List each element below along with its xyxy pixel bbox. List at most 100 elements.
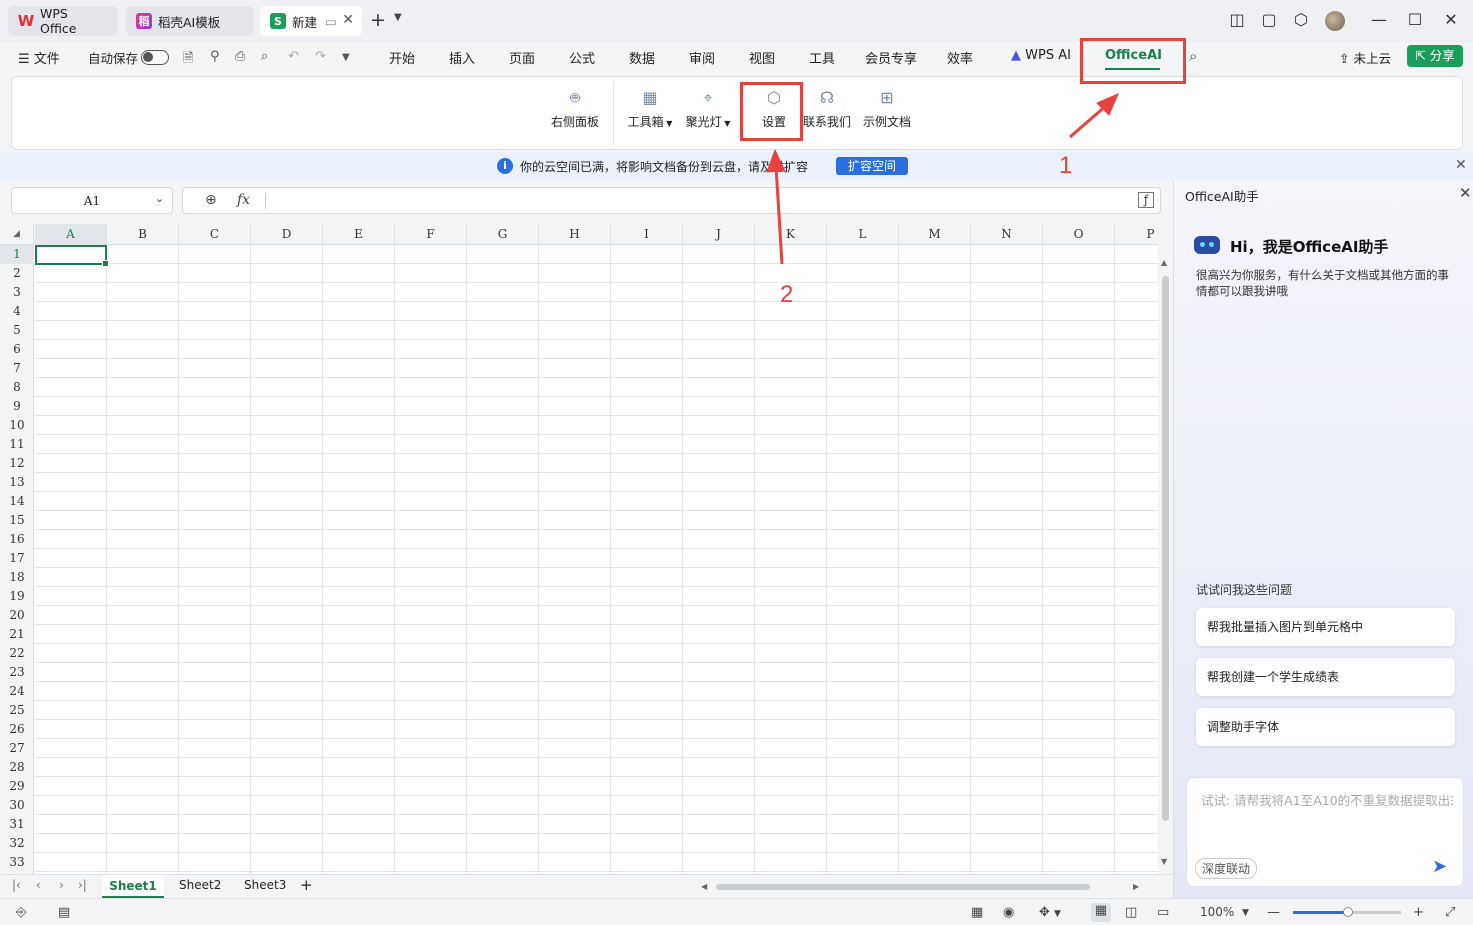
fullscreen-icon[interactable]: ⤢	[1445, 905, 1455, 920]
print-preview-icon[interactable]: ⌕	[261, 49, 268, 64]
undo-icon[interactable]: ↶	[288, 49, 299, 64]
row-header[interactable]: 4	[0, 302, 34, 321]
zoom-out-icon[interactable]: —	[1267, 905, 1280, 920]
close-tab-icon[interactable]: ✕	[342, 12, 354, 28]
minimize-icon[interactable]: —	[1369, 10, 1389, 29]
expand-formula-icon[interactable]: ƒ	[1138, 192, 1154, 208]
file-menu[interactable]: ☰ 文件	[18, 48, 60, 67]
column-header[interactable]: O	[1043, 224, 1115, 245]
cube-icon[interactable]: ⬡	[1291, 10, 1311, 29]
row-header[interactable]: 29	[0, 777, 34, 796]
row-header[interactable]: 2	[0, 264, 34, 283]
close-panel-icon[interactable]: ✕	[1459, 184, 1472, 202]
row-header[interactable]: 22	[0, 644, 34, 663]
chevron-down-icon[interactable]: ⌄	[155, 192, 164, 205]
last-sheet-icon[interactable]: ›|	[78, 878, 87, 892]
cell-area[interactable]	[35, 245, 1158, 874]
row-header[interactable]: 5	[0, 321, 34, 340]
suggestion-student-grades[interactable]: 帮我创建一个学生成绩表	[1196, 658, 1455, 696]
column-header[interactable]: G	[467, 224, 539, 245]
zoom-slider[interactable]	[1293, 907, 1401, 917]
row-header[interactable]: 32	[0, 834, 34, 853]
maximize-icon[interactable]: ☐	[1405, 10, 1425, 29]
column-header[interactable]: K	[755, 224, 827, 245]
formula-bar[interactable]: ⊕ fx ƒ	[182, 187, 1161, 214]
toolbox-button[interactable]: ▦ 工具箱 ▼	[622, 85, 678, 130]
tab-wps-office[interactable]: W WPS Office	[8, 6, 118, 36]
row-header[interactable]: 27	[0, 739, 34, 758]
format-painter-icon[interactable]: ⚲	[210, 49, 220, 64]
row-header[interactable]: 12	[0, 454, 34, 473]
row-header[interactable]: 1	[0, 245, 34, 264]
menu-insert[interactable]: 插入	[449, 48, 475, 67]
row-header[interactable]: 10	[0, 416, 34, 435]
add-tab-button[interactable]: +	[370, 9, 386, 31]
column-header[interactable]: E	[323, 224, 395, 245]
row-header[interactable]: 11	[0, 435, 34, 454]
send-icon[interactable]: ➤	[1432, 856, 1447, 877]
vertical-scroll-thumb[interactable]	[1162, 276, 1169, 821]
suggestion-batch-insert-images[interactable]: 帮我批量插入图片到单元格中	[1196, 608, 1455, 646]
column-header[interactable]: F	[395, 224, 467, 245]
share-button[interactable]: ⇱ 分享	[1407, 45, 1463, 67]
print-icon[interactable]: ⎙	[235, 49, 245, 64]
right-panel-button[interactable]: 🤖︎ 右侧面板	[547, 85, 603, 130]
sheet-tab-1[interactable]: Sheet1	[102, 875, 164, 898]
column-header[interactable]: N	[971, 224, 1043, 245]
autosave-toggle[interactable]	[141, 50, 169, 65]
spreadsheet-grid[interactable]: ◢ ABCDEFGHIJKLMNOP 1 2 3 4 5 6 7 8 9 10 11 12 13 14 15…	[0, 224, 1158, 874]
first-sheet-icon[interactable]: |‹	[12, 878, 21, 892]
row-header[interactable]: 28	[0, 758, 34, 777]
tab-new-spreadsheet[interactable]: S 新建 ▭ ✕	[260, 6, 362, 36]
menu-wps-ai[interactable]: ▲ WPS AI	[1011, 48, 1071, 63]
center-move-icon[interactable]: ✥ ▼	[1039, 905, 1061, 920]
cloud-status[interactable]: ⇪ 未上云	[1339, 48, 1391, 67]
hscroll-left-icon[interactable]: ◀	[701, 882, 707, 891]
hscroll-right-icon[interactable]: ▶	[1133, 882, 1139, 891]
redo-icon[interactable]: ↷	[315, 49, 326, 64]
zoom-in-icon[interactable]: +	[1413, 905, 1424, 920]
row-header[interactable]: 19	[0, 587, 34, 606]
chat-input-box[interactable]: 试试: 请帮我将A1至A10的不重复数据提取出来 深度联动 ➤	[1186, 777, 1464, 887]
freeze-icon[interactable]: ▦	[971, 905, 983, 920]
vertical-scrollbar[interactable]: ▲ ▼	[1158, 224, 1173, 874]
row-header[interactable]: 8	[0, 378, 34, 397]
row-header[interactable]: 6	[0, 340, 34, 359]
expand-space-button[interactable]: 扩容空间	[836, 157, 908, 175]
row-header[interactable]: 23	[0, 663, 34, 682]
close-notice-icon[interactable]: ✕	[1455, 157, 1467, 173]
row-header[interactable]: 15	[0, 511, 34, 530]
suggestion-font-size[interactable]: 调整助手字体	[1196, 708, 1455, 746]
menu-data[interactable]: 数据	[629, 48, 655, 67]
column-header[interactable]: L	[827, 224, 899, 245]
menu-view[interactable]: 视图	[749, 48, 775, 67]
deep-link-toggle[interactable]: 深度联动	[1195, 858, 1258, 879]
zoom-lens-icon[interactable]: ⊕	[205, 192, 217, 208]
row-header[interactable]: 14	[0, 492, 34, 511]
chevron-down-icon[interactable]: ▼	[394, 12, 402, 23]
zoom-chevron-icon[interactable]: ▼	[1242, 908, 1249, 918]
scroll-down-icon[interactable]: ▼	[1161, 857, 1167, 866]
row-header[interactable]: 9	[0, 397, 34, 416]
menu-efficiency[interactable]: 效率	[947, 48, 973, 67]
spotlight-button[interactable]: ⌖ 聚光灯 ▼	[680, 85, 736, 130]
normal-view-icon[interactable]: ▦	[1091, 903, 1111, 922]
column-header[interactable]: B	[107, 224, 179, 245]
menu-home[interactable]: 开始	[389, 48, 415, 67]
macro-icon[interactable]: ⎆	[16, 905, 26, 920]
page-icon[interactable]: ▤	[58, 905, 70, 920]
skin-icon[interactable]: ◫	[1227, 10, 1247, 29]
eye-protect-icon[interactable]: ◉	[1003, 905, 1014, 920]
row-header[interactable]: 33	[0, 853, 34, 872]
zoom-slider-knob[interactable]	[1343, 907, 1353, 917]
column-header[interactable]: P	[1115, 224, 1158, 245]
next-sheet-icon[interactable]: ›	[59, 878, 64, 892]
avatar[interactable]	[1325, 11, 1345, 31]
tab-docer-templates[interactable]: 稻 稻壳AI模板	[126, 6, 254, 36]
row-header[interactable]: 17	[0, 549, 34, 568]
row-header[interactable]: 24	[0, 682, 34, 701]
sheet-tab-3[interactable]: Sheet3	[244, 878, 286, 892]
column-header[interactable]: A	[35, 224, 107, 245]
column-header[interactable]: D	[251, 224, 323, 245]
search-icon[interactable]: ⌕	[1189, 47, 1197, 65]
